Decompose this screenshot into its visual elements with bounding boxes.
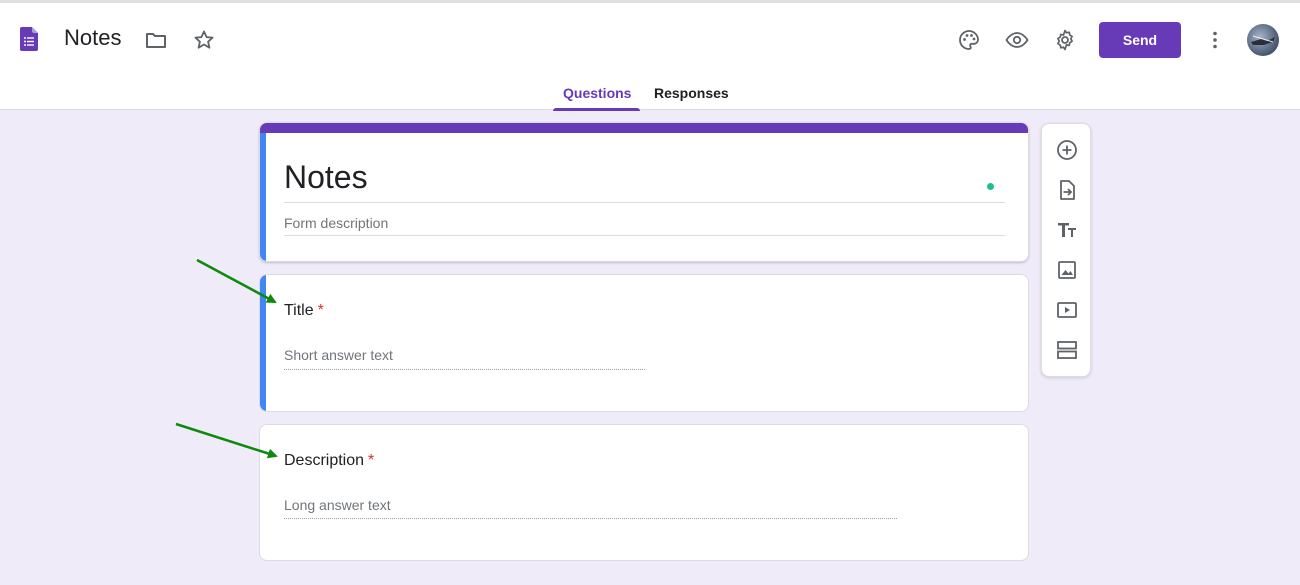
long-answer-placeholder: Long answer text: [284, 497, 391, 513]
star-icon[interactable]: [192, 28, 216, 52]
question-card-description[interactable]: Description * Long answer text: [259, 424, 1029, 561]
add-image-icon[interactable]: [1055, 258, 1079, 282]
form-title[interactable]: Notes: [284, 159, 368, 196]
avatar-image-icon: [1251, 35, 1275, 45]
top-bar: Notes Send Questions Responses: [0, 0, 1300, 111]
tab-questions[interactable]: Questions: [563, 85, 631, 101]
add-section-icon[interactable]: [1055, 338, 1079, 362]
focus-indicator-bar: [260, 275, 266, 411]
required-asterisk: *: [368, 452, 375, 469]
folder-icon[interactable]: [144, 28, 168, 52]
document-title[interactable]: Notes: [64, 25, 121, 51]
send-button[interactable]: Send: [1099, 22, 1181, 58]
add-question-icon[interactable]: [1055, 138, 1079, 162]
question-card-title[interactable]: Title * Short answer text: [259, 274, 1029, 412]
more-vert-icon[interactable]: [1203, 28, 1227, 52]
palette-icon[interactable]: [957, 28, 981, 52]
add-video-icon[interactable]: [1055, 298, 1079, 322]
avatar[interactable]: [1247, 24, 1279, 56]
status-dot: [987, 183, 994, 190]
question-title-text: Description: [284, 452, 365, 469]
active-tab-indicator: [553, 108, 640, 111]
question-title-text: Title: [284, 302, 314, 319]
title-underline: [284, 202, 1005, 203]
eye-icon[interactable]: [1005, 28, 1029, 52]
import-questions-icon[interactable]: [1055, 178, 1079, 202]
gear-icon[interactable]: [1053, 28, 1077, 52]
form-header-card[interactable]: Notes Form description: [259, 122, 1029, 262]
form-description-field[interactable]: Form description: [284, 215, 388, 231]
forms-icon[interactable]: [20, 27, 38, 51]
required-asterisk: *: [317, 302, 324, 319]
side-toolbar: [1041, 123, 1091, 377]
answer-dotted-line: [284, 518, 897, 519]
tab-responses[interactable]: Responses: [654, 85, 729, 101]
focus-indicator-bar: [260, 133, 266, 261]
question-title[interactable]: Description *: [284, 452, 374, 470]
description-underline: [284, 235, 1005, 236]
header-color-strip: [260, 123, 1028, 133]
answer-dotted-line: [284, 369, 645, 370]
short-answer-placeholder: Short answer text: [284, 347, 393, 363]
add-title-icon[interactable]: [1055, 218, 1079, 242]
question-title[interactable]: Title *: [284, 302, 324, 320]
